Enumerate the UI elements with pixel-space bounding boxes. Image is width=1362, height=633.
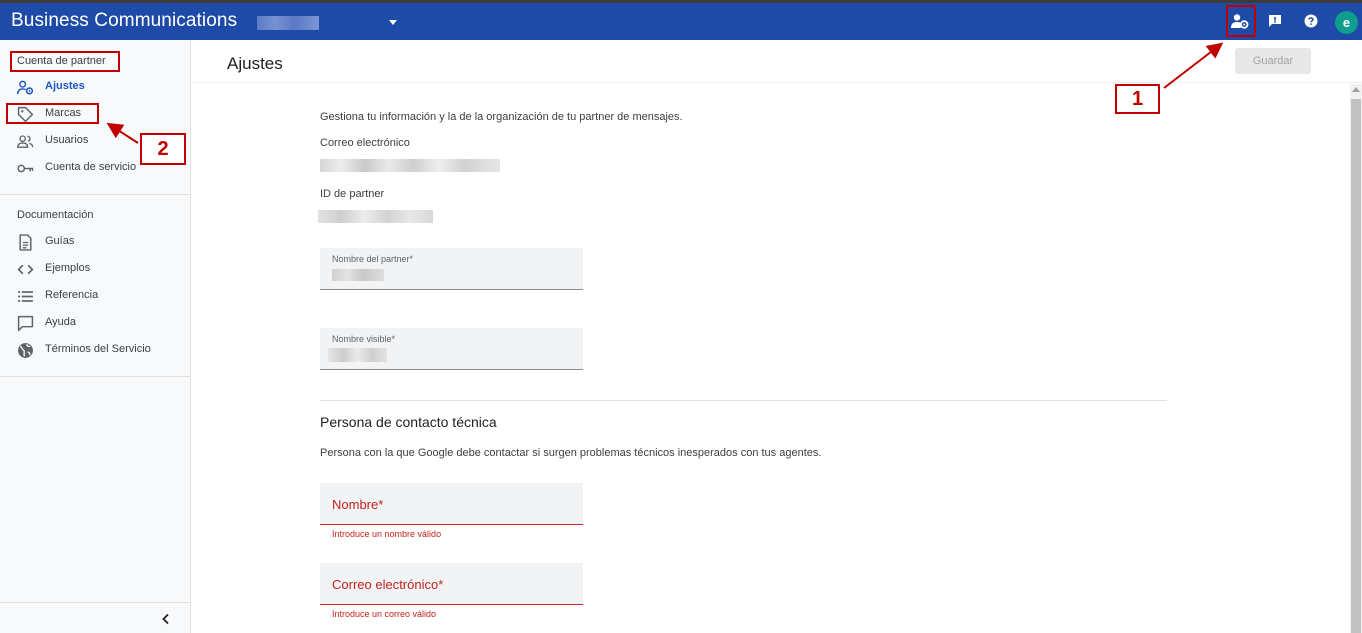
documentation-section-title: Documentación [17, 209, 94, 221]
contact-email-error: Introduce un correo válido [332, 609, 437, 619]
account-dropdown-icon[interactable] [389, 20, 397, 25]
display-name-field[interactable]: Nombre visible* [320, 328, 583, 370]
email-value-redacted [320, 159, 500, 172]
display-name-field-label: Nombre visible* [332, 334, 396, 344]
scrollbar-thumb[interactable] [1351, 99, 1361, 633]
sidebar-item-label: Ejemplos [45, 262, 91, 274]
sidebar-divider [0, 602, 190, 603]
sidebar-item-ayuda[interactable]: Ayuda [0, 312, 190, 334]
email-label: Correo electrónico [320, 137, 410, 149]
page-header: Ajustes Guardar [192, 40, 1362, 83]
tech-contact-description: Persona con la que Google debe contactar… [320, 447, 822, 459]
account-selector-redacted[interactable] [257, 16, 319, 30]
key-icon [17, 164, 34, 173]
sidebar-item-ajustes[interactable]: Ajustes [0, 76, 190, 98]
sidebar-item-label: Ajustes [45, 80, 85, 92]
help-icon[interactable] [1298, 8, 1324, 34]
page-title: Ajustes [227, 54, 283, 73]
partner-settings-icon [17, 80, 34, 95]
tech-contact-heading: Persona de contacto técnica [320, 414, 497, 430]
list-icon [18, 291, 33, 302]
sidebar-item-label: Referencia [45, 289, 99, 301]
sidebar-item-label: Usuarios [45, 134, 89, 146]
display-name-value-redacted [328, 348, 387, 362]
collapse-sidebar-icon[interactable] [160, 613, 172, 625]
partner-name-field[interactable]: Nombre del partner* [320, 248, 583, 290]
sidebar: Cuenta de partner Ajustes Marcas Usuario… [0, 40, 191, 633]
annotation-callout-1: 1 [1115, 84, 1160, 114]
annotation-callout-2: 2 [140, 133, 186, 165]
top-app-bar: Business Communications e [0, 3, 1362, 40]
sidebar-divider [0, 376, 190, 377]
partner-name-field-label: Nombre del partner* [332, 254, 414, 264]
app-title: Business Communications [11, 10, 238, 31]
settings-intro-text: Gestiona tu información y la de la organ… [320, 111, 683, 123]
code-icon [17, 264, 34, 275]
section-divider [320, 400, 1167, 401]
sidebar-item-label: Guías [45, 235, 75, 247]
chat-bubble-icon [17, 315, 34, 332]
users-icon [17, 135, 34, 148]
sidebar-item-guias[interactable]: Guías [0, 231, 190, 253]
save-button[interactable]: Guardar [1235, 48, 1311, 74]
feedback-icon[interactable] [1262, 8, 1288, 34]
sidebar-item-ejemplos[interactable]: Ejemplos [0, 258, 190, 280]
sidebar-item-label: Términos del Servicio [45, 343, 151, 355]
sidebar-divider [0, 194, 190, 195]
contact-email-field-label: Correo electrónico* [332, 577, 444, 592]
scroll-up-icon[interactable] [1352, 87, 1360, 92]
partner-id-value-redacted [318, 210, 433, 223]
contact-name-field-label: Nombre* [332, 497, 384, 512]
globe-icon [18, 343, 33, 358]
annotation-highlight-marcas [6, 103, 99, 124]
contact-name-field[interactable]: Nombre* [320, 483, 583, 525]
partner-id-label: ID de partner [320, 188, 385, 200]
annotation-highlight-partner-account [10, 51, 120, 72]
contact-name-error: Introduce un nombre válido [332, 529, 442, 539]
sidebar-item-label: Cuenta de servicio [45, 161, 137, 173]
sidebar-item-referencia[interactable]: Referencia [0, 285, 190, 307]
sidebar-item-label: Ayuda [45, 316, 76, 328]
contact-email-field[interactable]: Correo electrónico* [320, 563, 583, 605]
document-icon [19, 234, 32, 251]
user-avatar[interactable]: e [1335, 11, 1358, 34]
partner-name-value-redacted [332, 269, 384, 281]
sidebar-item-terminos-del-servicio[interactable]: Términos del Servicio [0, 339, 190, 361]
annotation-highlight-settings-icon [1226, 5, 1256, 37]
